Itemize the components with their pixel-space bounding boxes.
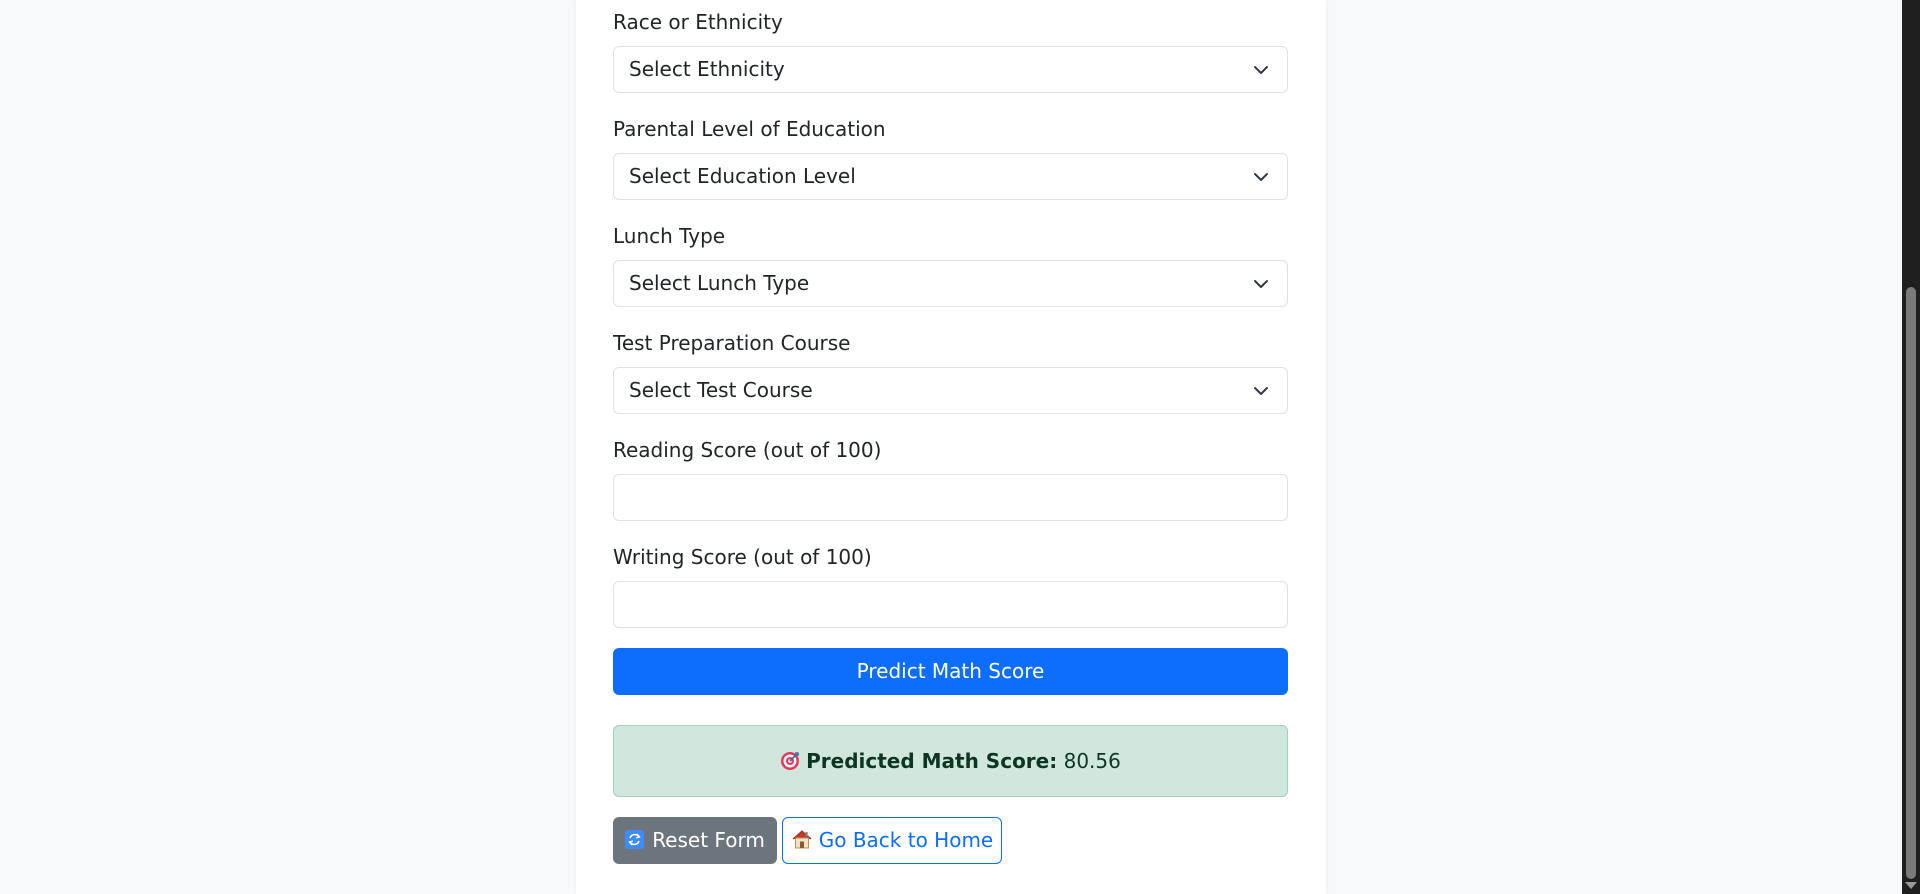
ethnicity-selected-value: Select Ethnicity — [629, 57, 785, 81]
ethnicity-label: Race or Ethnicity — [613, 10, 783, 34]
lunch-selected-value: Select Lunch Type — [629, 271, 810, 295]
chevron-down-icon — [1254, 66, 1268, 74]
writing-score-label: Writing Score (out of 100) — [613, 545, 872, 569]
result-alert: Predicted Math Score: 80.56 — [613, 725, 1288, 797]
education-label: Parental Level of Education — [613, 117, 886, 141]
reading-score-input[interactable] — [613, 474, 1288, 521]
reset-button-label: Reset Form — [652, 828, 765, 852]
lunch-select[interactable]: Select Lunch Type — [613, 260, 1288, 307]
chevron-down-icon — [1254, 280, 1268, 288]
test-course-select[interactable]: Select Test Course — [613, 367, 1288, 414]
chevron-down-icon — [1254, 387, 1268, 395]
predict-button[interactable]: Predict Math Score — [613, 648, 1288, 695]
reading-score-label: Reading Score (out of 100) — [613, 438, 882, 462]
house-icon — [792, 830, 812, 849]
scrollbar-thumb[interactable] — [1906, 287, 1916, 879]
lunch-label: Lunch Type — [613, 224, 726, 248]
test-course-label: Test Preparation Course — [613, 331, 851, 355]
result-label: Predicted Math Score: — [806, 749, 1058, 773]
education-select[interactable]: Select Education Level — [613, 153, 1288, 200]
target-icon — [781, 752, 800, 770]
go-home-label: Go Back to Home — [818, 828, 994, 852]
refresh-icon — [625, 830, 645, 849]
result-value: 80.56 — [1063, 749, 1121, 773]
education-selected-value: Select Education Level — [629, 164, 856, 188]
writing-score-input[interactable] — [613, 581, 1288, 628]
test-course-selected-value: Select Test Course — [629, 378, 813, 402]
go-home-button[interactable]: Go Back to Home — [782, 817, 1002, 864]
reset-button[interactable]: Reset Form — [613, 817, 777, 864]
scroll-down-arrow-icon[interactable] — [1905, 882, 1917, 889]
chevron-down-icon — [1254, 173, 1268, 181]
ethnicity-select[interactable]: Select Ethnicity — [613, 46, 1288, 93]
